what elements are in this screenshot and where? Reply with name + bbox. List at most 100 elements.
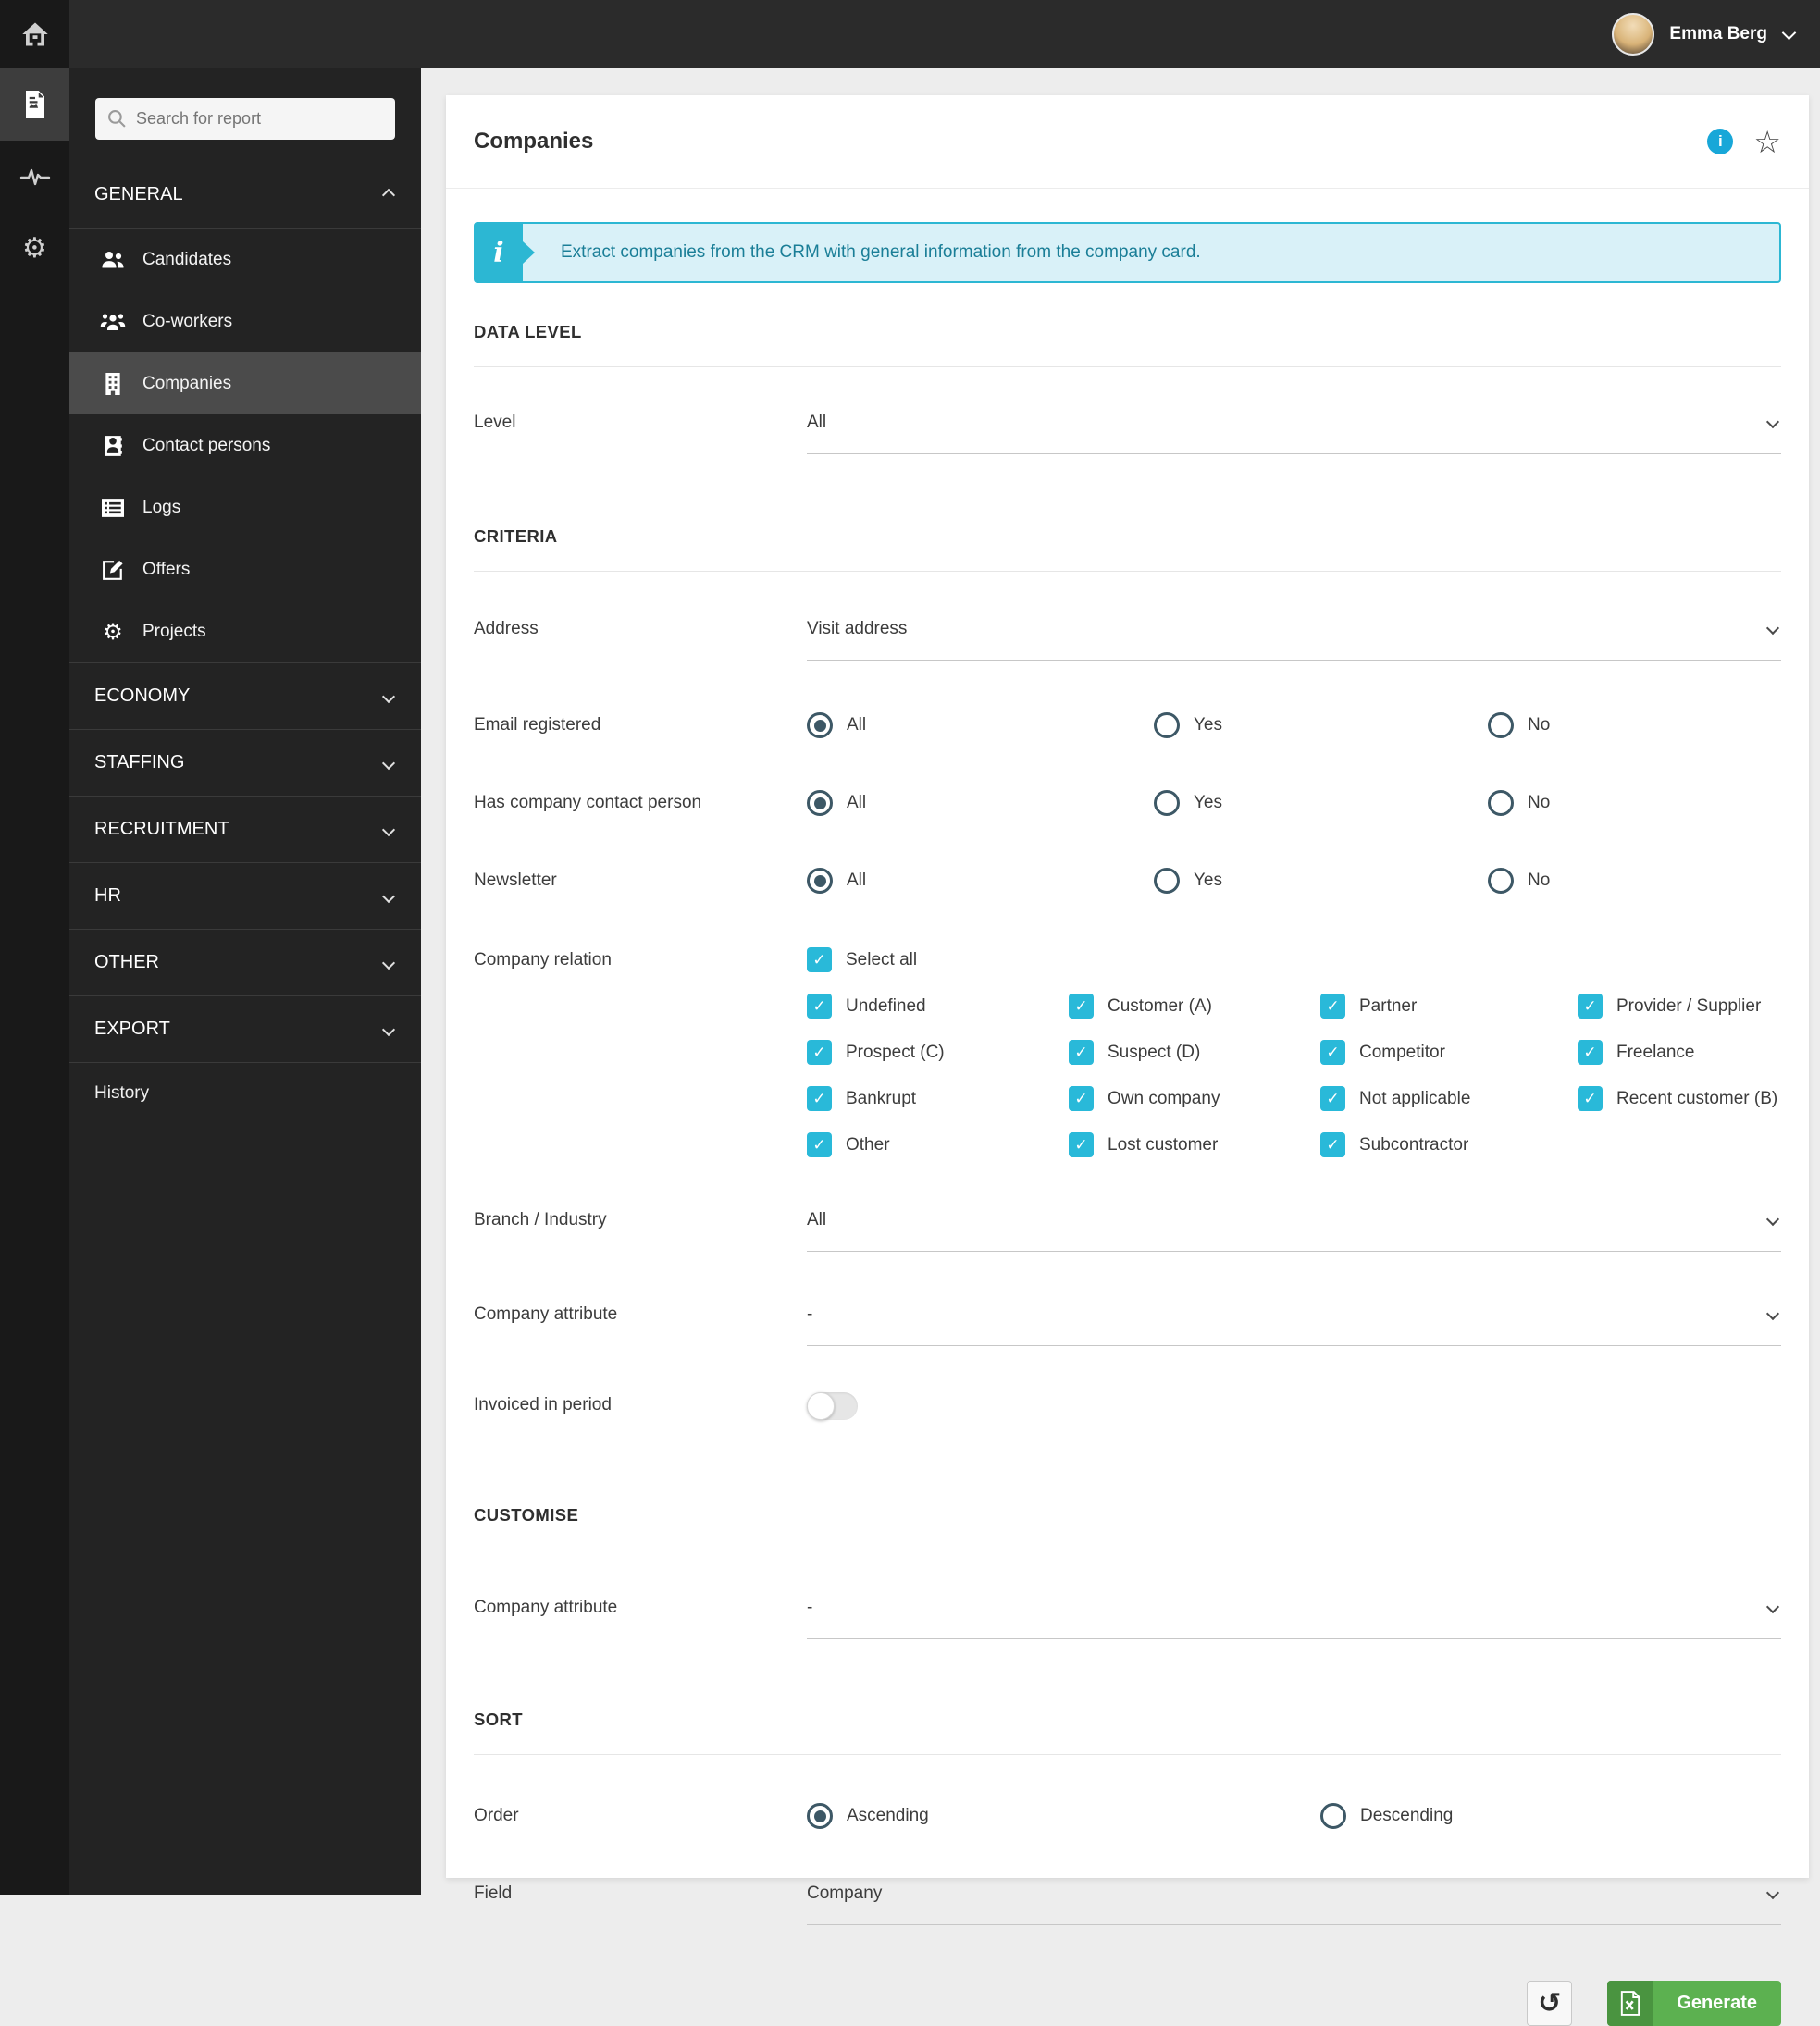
radio-label: Yes bbox=[1194, 871, 1222, 891]
checkbox-subcontractor[interactable]: Subcontractor bbox=[1320, 1132, 1578, 1157]
home-icon bbox=[21, 21, 49, 47]
banner-accent bbox=[475, 223, 523, 282]
radio-newsletter-all[interactable]: All bbox=[807, 868, 1154, 894]
sidebar-section-export[interactable]: EXPORT bbox=[69, 995, 421, 1062]
form-row-email-registered: Email registered All Yes No bbox=[474, 712, 1781, 738]
sidebar-item-label: Companies bbox=[142, 374, 231, 394]
checkbox-suspect-d[interactable]: Suspect (D) bbox=[1069, 1040, 1320, 1065]
level-select[interactable]: All bbox=[807, 410, 1781, 454]
sidebar-section-general[interactable]: GENERAL bbox=[69, 162, 421, 229]
info-icon[interactable]: i bbox=[1707, 129, 1733, 154]
building-icon bbox=[100, 373, 126, 395]
checkbox-checked-icon bbox=[1069, 1086, 1094, 1111]
checkbox-recent-customer-b[interactable]: Recent customer (B) bbox=[1578, 1086, 1781, 1111]
sidebar-item-contact-persons[interactable]: Contact persons bbox=[69, 414, 421, 476]
star-icon[interactable] bbox=[1753, 127, 1781, 157]
sidebar-item-label: Projects bbox=[142, 622, 206, 642]
checkbox-own-company[interactable]: Own company bbox=[1069, 1086, 1320, 1111]
select-value: All bbox=[807, 1207, 826, 1233]
field-label: Has company contact person bbox=[474, 790, 807, 816]
sidebar-item-projects[interactable]: Projects bbox=[69, 600, 421, 662]
sidebar-section-staffing[interactable]: STAFFING bbox=[69, 729, 421, 796]
checkbox-label: Select all bbox=[846, 950, 917, 970]
sidebar-item-logs[interactable]: Logs bbox=[69, 476, 421, 538]
form-row-sort-field: Field Company bbox=[474, 1881, 1781, 1925]
radio-contact-yes[interactable]: Yes bbox=[1154, 790, 1488, 816]
checkbox-lost-customer[interactable]: Lost customer bbox=[1069, 1132, 1320, 1157]
checkbox-prospect-c[interactable]: Prospect (C) bbox=[807, 1040, 1069, 1065]
actions-bar: Generate bbox=[474, 1981, 1781, 2026]
chevron-down-icon bbox=[1766, 1307, 1779, 1320]
radio-contact-no[interactable]: No bbox=[1488, 790, 1550, 816]
home-nav[interactable] bbox=[0, 0, 69, 68]
chevron-down-icon[interactable] bbox=[1782, 25, 1797, 40]
user-name[interactable]: Emma Berg bbox=[1669, 24, 1767, 44]
reports-nav[interactable] bbox=[0, 68, 69, 141]
settings-nav[interactable] bbox=[0, 213, 69, 285]
branch-select[interactable]: All bbox=[807, 1207, 1781, 1252]
radio-label: Yes bbox=[1194, 715, 1222, 735]
checkbox-checked-icon bbox=[807, 1086, 832, 1111]
checkbox-checked-icon bbox=[807, 947, 832, 972]
activity-nav[interactable] bbox=[0, 141, 69, 213]
customise-attribute-select[interactable]: - bbox=[807, 1595, 1781, 1639]
checkbox-other[interactable]: Other bbox=[807, 1132, 1069, 1157]
toggle-knob bbox=[807, 1392, 835, 1420]
info-banner: Extract companies from the CRM with gene… bbox=[474, 222, 1781, 283]
select-value: - bbox=[807, 1302, 812, 1328]
section-title-customise: CUSTOMISE bbox=[474, 1505, 1781, 1526]
sidebar-item-history[interactable]: History bbox=[69, 1062, 421, 1123]
sidebar-section-recruitment[interactable]: RECRUITMENT bbox=[69, 796, 421, 862]
checkbox-label: Subcontractor bbox=[1359, 1135, 1468, 1155]
checkbox-label: Recent customer (B) bbox=[1616, 1089, 1777, 1109]
generate-button[interactable]: Generate bbox=[1607, 1981, 1781, 2026]
radio-newsletter-no[interactable]: No bbox=[1488, 868, 1550, 894]
checkbox-competitor[interactable]: Competitor bbox=[1320, 1040, 1578, 1065]
field-label: Branch / Industry bbox=[474, 1207, 807, 1233]
sidebar-item-co-workers[interactable]: Co-workers bbox=[69, 290, 421, 352]
radio-label: Yes bbox=[1194, 793, 1222, 813]
checkbox-customer-a[interactable]: Customer (A) bbox=[1069, 994, 1320, 1019]
checkbox-freelance[interactable]: Freelance bbox=[1578, 1040, 1781, 1065]
invoiced-toggle[interactable] bbox=[807, 1392, 858, 1420]
sidebar-item-label: History bbox=[94, 1083, 149, 1104]
checkbox-partner[interactable]: Partner bbox=[1320, 994, 1578, 1019]
field-label: Field bbox=[474, 1881, 807, 1907]
checkbox-checked-icon bbox=[807, 994, 832, 1019]
sidebar: GENERAL Candidates Co-workers Companies … bbox=[69, 68, 421, 1895]
select-value: - bbox=[807, 1595, 812, 1621]
radio-email-all[interactable]: All bbox=[807, 712, 1154, 738]
checkbox-bankrupt[interactable]: Bankrupt bbox=[807, 1086, 1069, 1111]
sidebar-section-other[interactable]: OTHER bbox=[69, 929, 421, 995]
radio-email-no[interactable]: No bbox=[1488, 712, 1550, 738]
checkbox-provider-supplier[interactable]: Provider / Supplier bbox=[1578, 994, 1781, 1019]
checkbox-label: Undefined bbox=[846, 996, 926, 1017]
radio-ascending[interactable]: Ascending bbox=[807, 1803, 1320, 1829]
address-select[interactable]: Visit address bbox=[807, 616, 1781, 661]
sidebar-item-companies[interactable]: Companies bbox=[69, 352, 421, 414]
sidebar-section-hr[interactable]: HR bbox=[69, 862, 421, 929]
field-label: Company attribute bbox=[474, 1595, 807, 1621]
checkbox-select-all[interactable]: Select all bbox=[807, 947, 917, 972]
radio-descending[interactable]: Descending bbox=[1320, 1803, 1453, 1829]
radio-email-yes[interactable]: Yes bbox=[1154, 712, 1488, 738]
avatar[interactable] bbox=[1612, 13, 1654, 56]
radio-contact-all[interactable]: All bbox=[807, 790, 1154, 816]
sidebar-item-candidates[interactable]: Candidates bbox=[69, 229, 421, 290]
search-input[interactable] bbox=[95, 98, 395, 140]
checkbox-undefined[interactable]: Undefined bbox=[807, 994, 1069, 1019]
sort-field-select[interactable]: Company bbox=[807, 1881, 1781, 1925]
radio-label: All bbox=[847, 871, 866, 891]
checkbox-not-applicable[interactable]: Not applicable bbox=[1320, 1086, 1578, 1111]
sidebar-item-offers[interactable]: Offers bbox=[69, 538, 421, 600]
checkbox-label: Not applicable bbox=[1359, 1089, 1470, 1109]
banner-text: Extract companies from the CRM with gene… bbox=[561, 242, 1201, 263]
checkbox-checked-icon bbox=[1320, 994, 1345, 1019]
radio-newsletter-yes[interactable]: Yes bbox=[1154, 868, 1488, 894]
reset-button[interactable] bbox=[1527, 1981, 1572, 2026]
checkbox-label: Freelance bbox=[1616, 1043, 1695, 1063]
company-attribute-select[interactable]: - bbox=[807, 1302, 1781, 1346]
excel-file-icon bbox=[1607, 1981, 1653, 2026]
sidebar-section-economy[interactable]: ECONOMY bbox=[69, 662, 421, 729]
section-title-criteria: CRITERIA bbox=[474, 526, 1781, 547]
